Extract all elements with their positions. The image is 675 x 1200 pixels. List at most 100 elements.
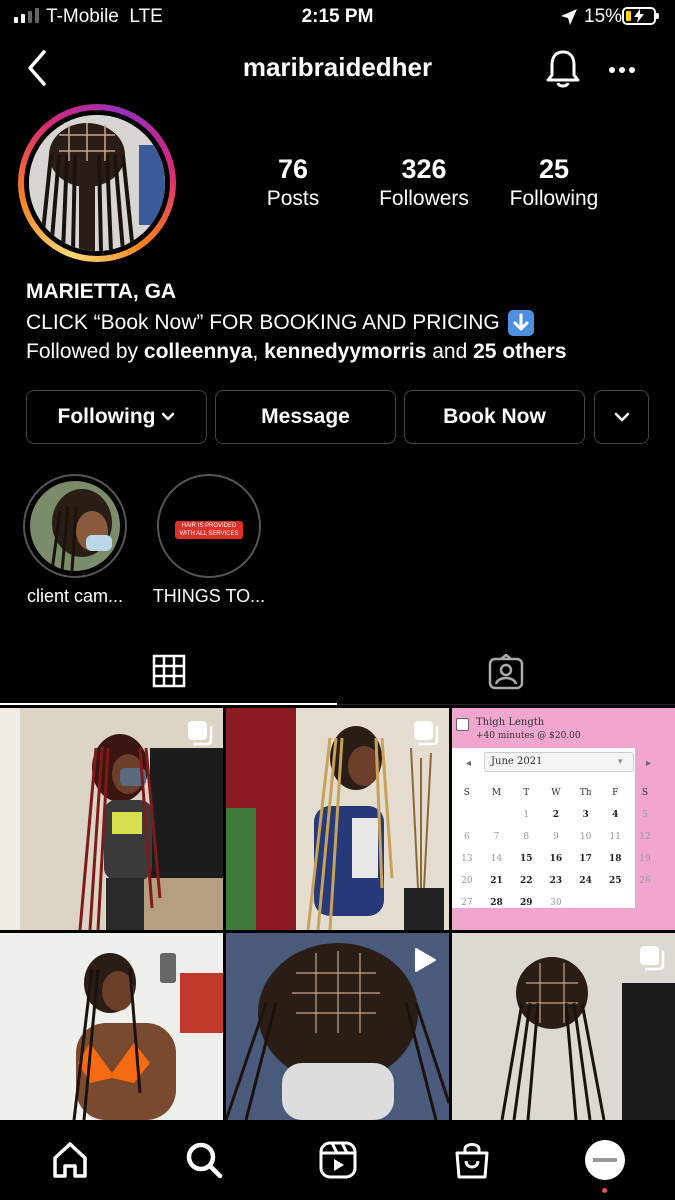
home-icon[interactable] [50, 1140, 90, 1180]
chevron-down-icon [614, 412, 629, 422]
calendar-day: 6 [463, 832, 470, 842]
post-thumbnail[interactable] [226, 708, 449, 930]
stat-posts-label: Posts [266, 187, 320, 210]
grid-tab-icon[interactable] [152, 654, 186, 688]
calendar-day: 15 [519, 854, 533, 864]
book-now-button[interactable]: Book Now [404, 390, 585, 444]
calendar-week-row: 1 2 3 4 5 [452, 804, 660, 826]
calendar-price: +40 minutes @ $20.00 [476, 731, 581, 741]
calendar-day: 28 [490, 898, 503, 908]
post-thumbnail[interactable] [0, 933, 223, 1120]
calendar-day: 14 [490, 854, 503, 864]
calendar-day: 27 [461, 898, 473, 908]
next-month-icon: ▸ [646, 758, 652, 769]
calendar-week-row: 6 7 8 9 10 11 12 [452, 826, 660, 848]
profile-avatar[interactable] [18, 104, 176, 262]
calendar-day: 13 [461, 854, 473, 864]
stat-followers[interactable]: 326 Followers [364, 154, 484, 211]
calendar-day: 9 [553, 832, 559, 842]
stat-posts-value: 76 [277, 154, 309, 184]
calendar-widget: ◂ June 2021 ▾ S M T W Th F S 1 2 3 4 5 6 7 8 9 10 11 12 13 1… [452, 748, 651, 908]
month-dropdown-icon: ▾ [618, 756, 623, 766]
calendar-weekday: S [641, 788, 649, 798]
highlight-badge: HAIR IS PROVIDED WITH ALL SERVICES [175, 521, 243, 539]
prev-month-icon: ◂ [466, 758, 472, 769]
message-button[interactable]: Message [215, 390, 396, 444]
stat-followers-label: Followers [379, 187, 469, 210]
calendar-day: 12 [639, 832, 651, 842]
tagged-tab-icon[interactable] [488, 654, 524, 690]
calendar-weekday-row: S M T W Th F S [452, 782, 660, 804]
follower-others-link[interactable]: 25 others [473, 340, 566, 363]
more-options-icon[interactable] [607, 55, 637, 85]
stat-following[interactable]: 25 Following [496, 154, 612, 211]
calendar-day: 10 [579, 832, 592, 842]
follower-link-2[interactable]: kennedyymorris [264, 340, 426, 363]
highlight-label: THINGS TO... [152, 586, 266, 606]
active-tab-indicator [0, 703, 337, 705]
location-icon [561, 9, 577, 25]
calendar-day: 21 [490, 876, 503, 886]
following-button-label: Following [57, 405, 156, 428]
calendar-weekday: F [612, 788, 619, 798]
post-thumbnail-calendar[interactable]: Thigh Length +40 minutes @ $20.00 ◂ June… [452, 708, 675, 930]
shop-icon[interactable] [452, 1140, 492, 1180]
post-thumbnail[interactable] [452, 933, 675, 1120]
checkbox-icon [456, 718, 469, 731]
calendar-grid: S M T W Th F S 1 2 3 4 5 6 7 8 9 10 11 12 13 14 15 16 17 18 19 20 2… [452, 782, 660, 914]
highlight-cover [30, 481, 120, 571]
video-play-icon [415, 948, 436, 972]
bell-icon[interactable] [544, 48, 582, 90]
calendar-day: 3 [582, 810, 589, 820]
followed-by[interactable]: Followed by colleennya, kennedyymorris a… [26, 340, 567, 364]
reels-icon[interactable] [318, 1140, 358, 1180]
bottom-nav [0, 1120, 675, 1200]
bio-text: CLICK “Book Now” FOR BOOKING AND PRICING [26, 310, 534, 336]
calendar-week-row: 13 14 15 16 17 18 19 [452, 848, 660, 870]
calendar-weekday: Th [579, 788, 592, 798]
profile-tab-avatar[interactable] [585, 1140, 625, 1180]
highlight-things-to[interactable]: HAIR IS PROVIDED WITH ALL SERVICES [157, 474, 261, 578]
suggested-accounts-button[interactable] [594, 390, 649, 444]
chevron-down-icon [162, 412, 175, 421]
message-button-label: Message [261, 405, 350, 428]
follower-link-1[interactable]: colleennya [144, 340, 253, 363]
following-button[interactable]: Following [26, 390, 207, 444]
calendar-week-row: 20 21 22 23 24 25 26 [452, 870, 660, 892]
calendar-day: 30 [550, 898, 562, 908]
battery-percent: 15% [584, 6, 623, 27]
calendar-day: 16 [549, 854, 563, 864]
battery-icon [622, 7, 659, 25]
calendar-day: 5 [642, 810, 648, 820]
post-thumbnail[interactable] [0, 708, 223, 930]
bio-line: CLICK “Book Now” FOR BOOKING AND PRICING [26, 311, 500, 334]
calendar-day: 19 [639, 854, 651, 864]
highlight-client-cam[interactable] [23, 474, 127, 578]
calendar-weekday: M [491, 788, 502, 798]
down-arrow-icon [507, 310, 534, 336]
stat-posts[interactable]: 76 Posts [243, 154, 343, 211]
post-thumbnail-video[interactable] [226, 933, 449, 1120]
notification-dot [602, 1188, 607, 1193]
followed-by-and: and [432, 340, 468, 363]
search-icon[interactable] [184, 1140, 224, 1180]
highlight-label: client cam... [26, 586, 124, 606]
stat-following-value: 25 [538, 154, 570, 184]
stat-following-label: Following [509, 187, 599, 210]
calendar-day: 7 [493, 832, 500, 842]
month-select: June 2021 [484, 752, 634, 772]
calendar-day: 2 [552, 810, 560, 820]
calendar-day: 26 [639, 876, 651, 886]
highlight-cover: HAIR IS PROVIDED WITH ALL SERVICES [164, 481, 254, 571]
avatar-image [593, 1158, 617, 1162]
calendar-day: 8 [523, 832, 530, 842]
calendar-day: 23 [549, 876, 563, 886]
multiple-posts-icon [640, 946, 665, 971]
calendar-week-row: 27 28 29 30 [452, 892, 660, 914]
calendar-day: 25 [609, 876, 622, 886]
calendar-day: 4 [612, 810, 619, 820]
profile-name: MARIETTA, GA [26, 280, 177, 303]
avatar-photo [29, 115, 165, 251]
calendar-weekday: T [523, 788, 530, 798]
calendar-weekday: W [551, 788, 561, 798]
